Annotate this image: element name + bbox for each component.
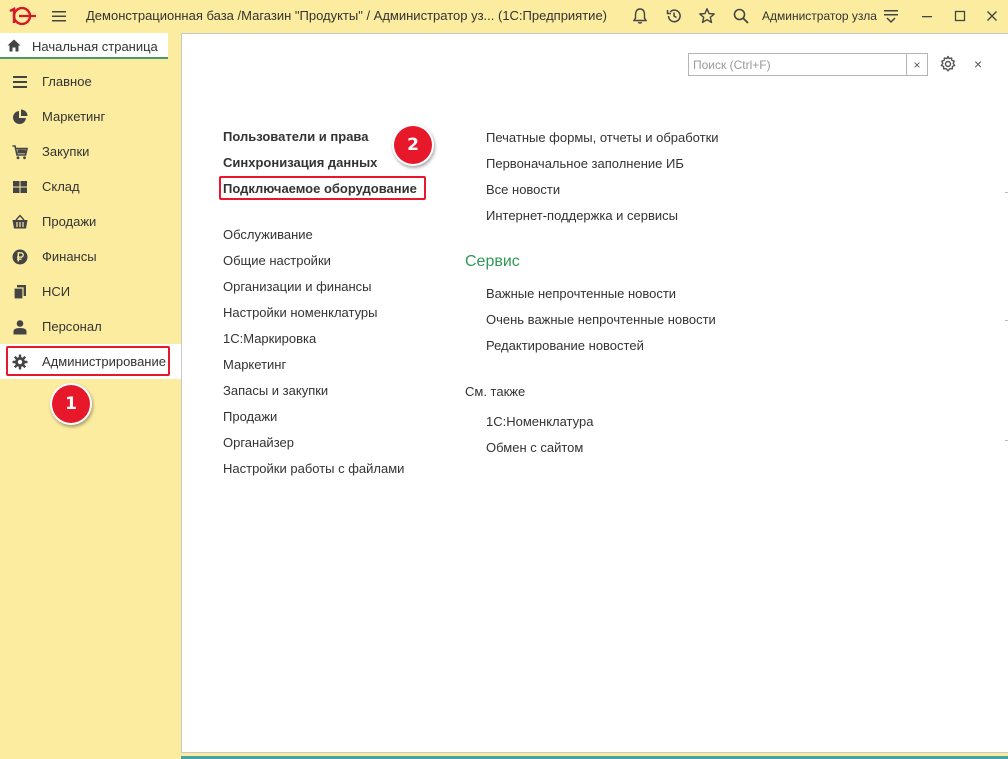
cart-icon xyxy=(12,144,28,159)
sidebar-item-label: Администрирование xyxy=(42,354,166,369)
star-icon[interactable] xyxy=(698,7,716,25)
tab-home-page[interactable]: Начальная страница xyxy=(0,33,168,59)
sidebar-item-marketing[interactable]: Маркетинг xyxy=(0,99,181,134)
sidebar-item-nsi[interactable]: НСИ xyxy=(0,274,181,309)
link-internet-support[interactable]: Интернет-поддержка и сервисы xyxy=(486,208,678,223)
list-icon xyxy=(13,75,27,88)
administration-panel: × × Пользователи и права Синхронизация д… xyxy=(181,33,1008,753)
sidebar-item-finance[interactable]: Финансы xyxy=(0,239,181,274)
link-nomenclature-settings[interactable]: Настройки номенклатуры xyxy=(223,305,378,320)
sidebar-item-administration[interactable]: Администрирование xyxy=(0,344,181,379)
search-icon[interactable] xyxy=(732,7,750,25)
step-badge-1: 1 xyxy=(52,385,90,423)
link-stock-purchases[interactable]: Запасы и закупки xyxy=(223,383,328,398)
link-site-exchange[interactable]: Обмен с сайтом xyxy=(486,440,583,455)
link-general-settings[interactable]: Общие настройки xyxy=(223,253,331,268)
sidebar-item-label: Маркетинг xyxy=(42,109,106,124)
search-clear-button[interactable]: × xyxy=(906,54,927,75)
basket-icon xyxy=(12,213,28,228)
gear-icon xyxy=(12,354,28,369)
link-edit-news[interactable]: Редактирование новостей xyxy=(486,338,644,353)
sidebar-item-label: Финансы xyxy=(42,249,97,264)
panel-settings-gear-icon[interactable] xyxy=(939,55,957,73)
documents-icon xyxy=(13,284,26,300)
sidebar-item-personnel[interactable]: Персонал xyxy=(0,309,181,344)
ruble-icon xyxy=(12,249,28,264)
link-data-sync[interactable]: Синхронизация данных xyxy=(223,155,377,170)
sidebar-item-main[interactable]: Главное xyxy=(0,64,181,99)
link-all-news[interactable]: Все новости xyxy=(486,182,560,197)
current-user[interactable]: Администратор узла xyxy=(762,9,877,23)
hamburger-menu-icon[interactable] xyxy=(52,9,66,23)
link-initial-fill[interactable]: Первоначальное заполнение ИБ xyxy=(486,156,684,171)
step-badge-2: 2 xyxy=(394,126,432,164)
sidebar-item-label: Продажи xyxy=(42,214,97,229)
highlight-frame-connected-equipment xyxy=(219,176,426,200)
sidebar-item-label: НСИ xyxy=(42,284,71,299)
search-input[interactable] xyxy=(689,54,907,75)
link-print-forms[interactable]: Печатные формы, отчеты и обработки xyxy=(486,130,719,145)
title-bar: Демонстрационная база /Магазин "Продукты… xyxy=(0,0,1008,32)
link-1c-nomenclature[interactable]: 1С:Номенклатура xyxy=(486,414,593,429)
warehouse-icon xyxy=(13,180,27,193)
home-icon xyxy=(7,39,21,52)
sidebar-item-sales[interactable]: Продажи xyxy=(0,204,181,239)
sidebar-item-label: Главное xyxy=(42,74,92,89)
section-title-service: Сервис xyxy=(465,253,520,270)
link-organizer[interactable]: Органайзер xyxy=(223,435,294,450)
sections-sidebar: Главное Маркетинг Закупки Склад Продажи xyxy=(0,64,181,759)
settings-menu-icon[interactable] xyxy=(882,7,900,25)
link-important-unread-news[interactable]: Важные непрочтенные новости xyxy=(486,286,676,301)
link-file-settings[interactable]: Настройки работы с файлами xyxy=(223,461,404,476)
close-window-icon[interactable] xyxy=(983,7,1001,25)
section-title-see-also: См. также xyxy=(465,384,526,399)
link-1c-marking[interactable]: 1С:Маркировка xyxy=(223,331,316,346)
link-sales[interactable]: Продажи xyxy=(223,409,277,424)
tab-home-label: Начальная страница xyxy=(32,39,158,54)
pie-chart-icon xyxy=(13,109,28,124)
sidebar-item-label: Закупки xyxy=(42,144,90,159)
search-field[interactable]: × xyxy=(688,53,928,76)
link-marketing[interactable]: Маркетинг xyxy=(223,357,286,372)
1c-logo-icon[interactable] xyxy=(6,7,38,25)
person-icon xyxy=(13,319,27,334)
link-very-important-unread-news[interactable]: Очень важные непрочтенные новости xyxy=(486,312,716,327)
link-maintenance[interactable]: Обслуживание xyxy=(223,227,313,242)
sidebar-item-label: Персонал xyxy=(42,319,102,334)
minimize-icon[interactable] xyxy=(918,7,936,25)
panel-close-button[interactable]: × xyxy=(974,56,982,72)
maximize-icon[interactable] xyxy=(951,7,969,25)
sidebar-item-label: Склад xyxy=(42,179,80,194)
sidebar-item-purchases[interactable]: Закупки xyxy=(0,134,181,169)
history-icon[interactable] xyxy=(665,7,683,25)
sidebar-item-warehouse[interactable]: Склад xyxy=(0,169,181,204)
link-users-and-rights[interactable]: Пользователи и права xyxy=(223,129,368,144)
link-organizations-finance[interactable]: Организации и финансы xyxy=(223,279,372,294)
window-title: Демонстрационная база /Магазин "Продукты… xyxy=(86,8,607,23)
bell-icon[interactable] xyxy=(631,7,649,25)
